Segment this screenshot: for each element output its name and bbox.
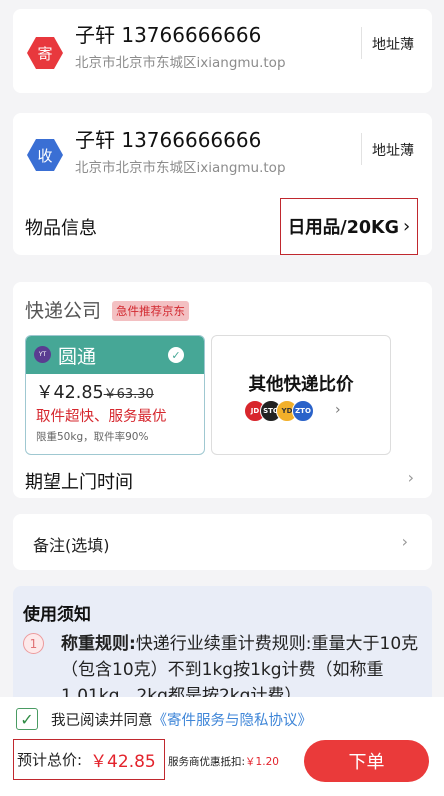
notice-item-number: 1 <box>23 633 44 654</box>
total-label: 预计总价: <box>17 751 83 769</box>
total-amount: ￥42.85 <box>90 752 156 772</box>
courier-card: 快递公司 急件推荐京东 YT 圆通 ✓ ￥42.85￥63.30 取件超快、服务… <box>13 282 432 498</box>
goods-value[interactable]: 日用品/20KG › <box>280 198 418 255</box>
courier-logos: JD STO YD ZTO <box>244 400 329 422</box>
goods-value-text: 日用品/20KG <box>287 218 399 238</box>
receiver-name: 子轩 13766666666 <box>75 128 262 152</box>
receiver-address: 北京市北京市东城区ixiangmu.top <box>75 160 286 176</box>
sender-address: 北京市北京市东城区ixiangmu.top <box>75 55 286 71</box>
courier-slogan: 取件超快、服务最优 <box>36 409 167 425</box>
notice-item-bold: 称重规则: <box>61 634 136 654</box>
discount-amount: ￥1.20 <box>245 756 279 768</box>
chevron-right-icon: › <box>401 532 408 551</box>
agreement-text: 我已阅读并同意《寄件服务与隐私协议》 <box>51 709 312 730</box>
agree-checkbox[interactable]: ✓ <box>16 708 38 730</box>
receiver-card[interactable]: 收 子轩 13766666666 北京市北京市东城区ixiangmu.top 地… <box>13 113 432 199</box>
discount-info: 服务商优惠抵扣:￥1.20 <box>168 754 279 769</box>
sender-badge: 寄 <box>27 37 63 69</box>
other-courier-compare[interactable]: 其他快递比价 JD STO YD ZTO › <box>211 335 391 455</box>
sender-address-book-button[interactable]: 地址薄 <box>372 34 414 54</box>
sender-name: 子轩 13766666666 <box>75 23 262 47</box>
courier-name: 圆通 <box>58 346 97 368</box>
place-order-button[interactable]: 下单 <box>304 740 429 782</box>
courier-title: 快递公司 <box>25 300 102 322</box>
chevron-right-icon: › <box>402 216 411 237</box>
discount-label: 服务商优惠抵扣: <box>168 756 246 768</box>
agree-prefix: 我已阅读并同意 <box>51 713 153 729</box>
receiver-address-book-button[interactable]: 地址薄 <box>372 140 414 160</box>
goods-info-row[interactable]: 物品信息 日用品/20KG › <box>13 198 432 255</box>
note-label: 备注(选填) <box>33 536 110 555</box>
other-courier-title: 其他快递比价 <box>248 375 354 395</box>
check-icon: ✓ <box>168 347 184 363</box>
pickup-time-label[interactable]: 期望上门时间 <box>25 468 133 494</box>
note-row[interactable]: 备注(选填) › <box>13 514 432 570</box>
courier-option-header: YT 圆通 ✓ <box>26 336 204 374</box>
receiver-badge: 收 <box>27 139 63 171</box>
agreement-link[interactable]: 《寄件服务与隐私协议》 <box>153 713 313 729</box>
courier-tag: 急件推荐京东 <box>112 301 189 321</box>
usage-notice: 使用须知 1 称重规则:快递行业续重计费规则:重量大于10克（包含10克）不到1… <box>13 586 432 706</box>
courier-option-yto[interactable]: YT 圆通 ✓ ￥42.85￥63.30 取件超快、服务最优 限重50kg，取件… <box>25 335 205 455</box>
zto-logo-icon: ZTO <box>292 400 314 422</box>
chevron-right-icon[interactable]: › <box>408 468 414 487</box>
chevron-right-icon: › <box>335 402 341 418</box>
yto-logo-icon: YT <box>34 346 51 363</box>
footer-bar: ✓ 我已阅读并同意《寄件服务与隐私协议》 预计总价: ￥42.85 服务商优惠抵扣… <box>0 697 444 796</box>
sender-card[interactable]: 寄 子轩 13766666666 北京市北京市东城区ixiangmu.top 地… <box>13 9 432 93</box>
courier-price: ￥42.85￥63.30 <box>36 379 154 404</box>
goods-label: 物品信息 <box>25 218 97 239</box>
current-price: ￥42.85 <box>36 383 104 403</box>
courier-limit: 限重50kg，取件率90% <box>36 431 149 443</box>
total-price: 预计总价: ￥42.85 <box>13 739 165 780</box>
notice-item-text: 称重规则:快递行业续重计费规则:重量大于10克（包含10克）不到1kg按1kg计… <box>61 631 423 706</box>
divider <box>361 133 362 165</box>
notice-title: 使用须知 <box>23 605 91 625</box>
original-price: ￥63.30 <box>103 387 154 402</box>
divider <box>361 27 362 59</box>
